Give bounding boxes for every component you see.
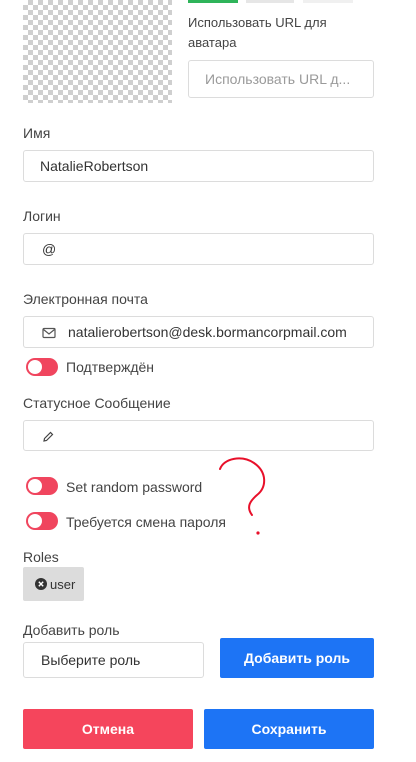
add-role-label: Добавить роль xyxy=(23,622,120,638)
status-input[interactable] xyxy=(23,420,374,451)
pencil-icon xyxy=(42,430,54,442)
name-label: Имя xyxy=(23,125,51,141)
verified-label: Подтверждён xyxy=(66,359,155,375)
role-chip-user[interactable]: user xyxy=(23,567,84,601)
cancel-button[interactable]: Отмена xyxy=(23,709,193,749)
save-button[interactable]: Сохранить xyxy=(204,709,374,749)
name-value: NatalieRobertson xyxy=(40,158,149,174)
upload-avatar-button[interactable] xyxy=(188,0,238,3)
require-password-change-label: Требуется смена пароля xyxy=(66,514,226,530)
extra-avatar-button[interactable] xyxy=(303,0,353,3)
email-value: natalierobertson@desk.bormancorpmail.com xyxy=(68,324,347,340)
avatar-url-label: Использовать URL для аватара xyxy=(188,15,327,50)
random-password-label: Set random password xyxy=(66,479,203,495)
remove-x-icon[interactable] xyxy=(35,578,47,590)
roles-label: Roles xyxy=(23,549,59,565)
random-password-toggle[interactable] xyxy=(26,477,58,495)
avatar-url-placeholder: Использовать URL д... xyxy=(205,71,351,87)
verified-toggle[interactable] xyxy=(26,358,58,376)
require-password-change-toggle[interactable] xyxy=(26,512,58,530)
email-input[interactable]: natalierobertson@desk.bormancorpmail.com xyxy=(23,316,374,348)
login-input[interactable]: @ xyxy=(23,233,374,265)
role-select[interactable]: Выберите роль xyxy=(23,642,204,678)
reset-avatar-button[interactable] xyxy=(246,0,294,3)
role-select-value: Выберите роль xyxy=(41,652,141,668)
status-label: Статусное Сообщение xyxy=(23,395,171,411)
role-chip-label: user xyxy=(50,576,76,592)
avatar-url-input[interactable]: Использовать URL д... xyxy=(188,60,374,98)
login-label: Логин xyxy=(23,208,61,224)
at-prefix: @ xyxy=(42,241,57,257)
question-mark-annotation xyxy=(219,457,266,535)
mail-icon xyxy=(42,326,56,339)
email-label: Электронная почта xyxy=(23,291,148,307)
name-input[interactable]: NatalieRobertson xyxy=(23,150,374,182)
avatar-preview xyxy=(23,0,172,103)
add-role-button[interactable]: Добавить роль xyxy=(220,638,374,678)
